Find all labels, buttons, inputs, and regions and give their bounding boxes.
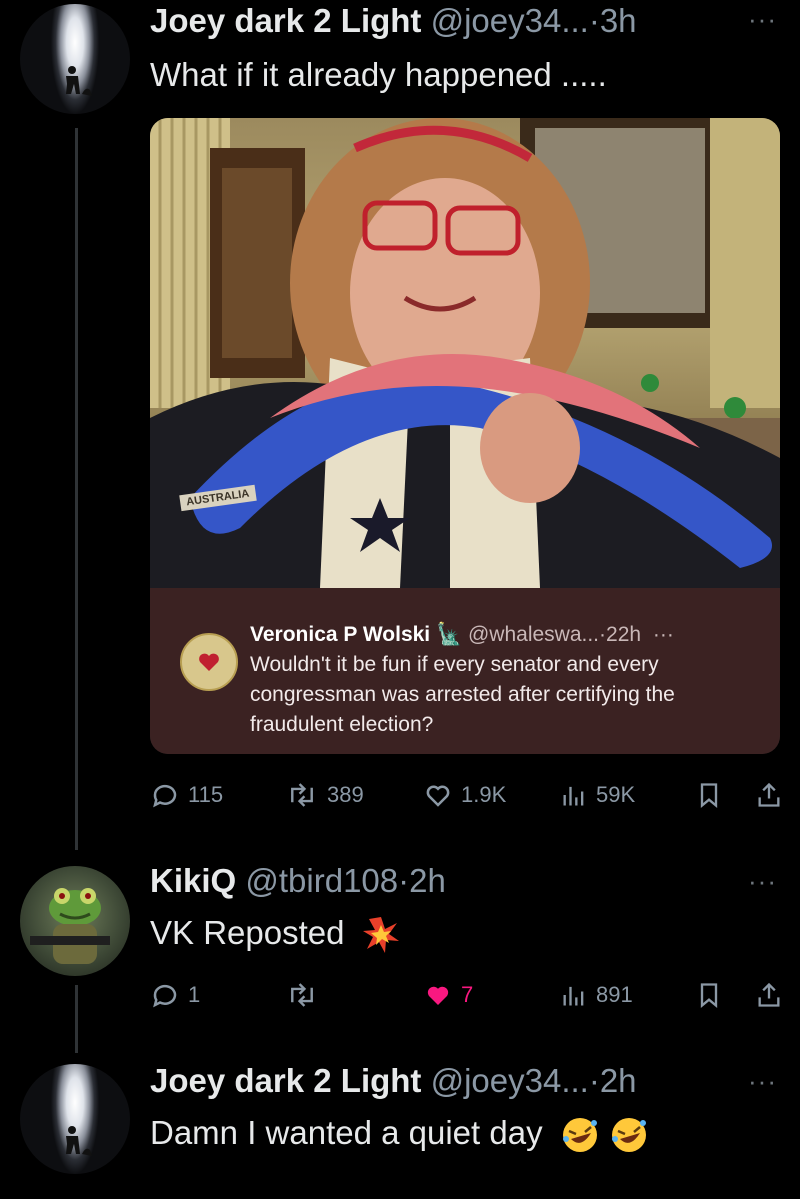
quote-text: Wouldn't it be fun if every senator and … xyxy=(250,653,675,736)
avatar[interactable] xyxy=(20,4,130,114)
views-icon xyxy=(563,986,584,1006)
more-icon[interactable]: ··· xyxy=(748,866,777,897)
quoted-media-card[interactable]: AUSTRALIA Veronica P Wolski 🗽 @whaleswa.… xyxy=(150,118,780,754)
handle[interactable]: @joey34... xyxy=(431,2,589,39)
avatar[interactable] xyxy=(20,866,130,976)
views-count: 891 xyxy=(596,982,633,1007)
tweet-text-content: VK Reposted xyxy=(150,914,345,951)
tweet-header: KikiQ @tbird108·2h xyxy=(150,862,446,900)
quoted-tweet[interactable]: Veronica P Wolski 🗽 @whaleswa...·22h ···… xyxy=(150,588,780,754)
heart-icon xyxy=(427,986,449,1005)
walking-man-icon xyxy=(66,66,92,96)
timestamp[interactable]: ·2h xyxy=(589,1062,637,1099)
more-icon[interactable]: ··· xyxy=(748,4,777,35)
rofl-emoji-icon xyxy=(562,1118,597,1153)
reply-button[interactable]: 115 xyxy=(150,780,223,810)
avatar[interactable] xyxy=(20,1064,130,1174)
more-icon[interactable]: ··· xyxy=(748,1066,777,1097)
frog-icon xyxy=(30,888,110,964)
tweet-text: What if it already happened ..... xyxy=(150,56,607,93)
repost-count: 389 xyxy=(327,782,364,807)
reply-icon xyxy=(153,784,177,808)
like-count: 7 xyxy=(461,982,474,1007)
like-button[interactable]: 7 xyxy=(423,980,473,1010)
bookmark-icon xyxy=(700,983,718,1008)
tweet-text: VK Reposted xyxy=(150,913,402,955)
tweet-text: Damn I wanted a quiet day xyxy=(150,1113,649,1155)
repost-icon xyxy=(291,983,313,1007)
photo-illustration xyxy=(150,118,780,588)
share-button[interactable] xyxy=(755,780,783,810)
bookmark-button[interactable] xyxy=(695,980,723,1010)
walking-man-icon xyxy=(66,1126,92,1156)
quote-avatar[interactable] xyxy=(180,633,238,691)
heart-icon xyxy=(426,785,450,807)
quote-timestamp[interactable]: ·22h xyxy=(599,623,641,646)
views-icon xyxy=(563,786,584,806)
liberty-icon: 🗽 xyxy=(435,623,463,646)
tweet-text-content: Damn I wanted a quiet day xyxy=(150,1114,543,1151)
like-count: 1.9K xyxy=(461,782,507,807)
repost-button[interactable]: 389 xyxy=(285,780,364,810)
handle[interactable]: @tbird108 xyxy=(245,862,398,899)
views-button[interactable]: 891 xyxy=(560,980,633,1010)
reply-count: 115 xyxy=(188,782,224,807)
reply-count: 1 xyxy=(188,982,201,1007)
share-icon xyxy=(758,982,780,1007)
rofl-emoji-icon xyxy=(611,1118,646,1153)
quote-handle[interactable]: @whaleswa... xyxy=(468,623,599,646)
heart-icon xyxy=(199,653,219,671)
more-icon[interactable]: ··· xyxy=(653,623,674,646)
timestamp[interactable]: ·3h xyxy=(589,2,637,39)
collision-icon xyxy=(362,917,399,954)
display-name[interactable]: Joey dark 2 Light xyxy=(150,1062,421,1099)
display-name[interactable]: KikiQ xyxy=(150,862,236,899)
tweet-photo[interactable]: AUSTRALIA xyxy=(150,118,780,588)
thread-line-1 xyxy=(75,128,78,850)
repost-icon xyxy=(291,783,313,807)
reply-icon xyxy=(153,984,177,1008)
thread-line-2 xyxy=(75,985,78,1053)
handle[interactable]: @joey34... xyxy=(431,1062,589,1099)
views-button[interactable]: 59K xyxy=(560,780,635,810)
tweet-header: Joey dark 2 Light @joey34...·2h xyxy=(150,1062,637,1100)
bookmark-icon xyxy=(700,783,718,808)
quote-display-name[interactable]: Veronica P Wolski xyxy=(250,623,430,646)
share-button[interactable] xyxy=(755,980,783,1010)
share-icon xyxy=(758,782,780,807)
like-button[interactable]: 1.9K xyxy=(423,780,506,810)
repost-button[interactable] xyxy=(285,980,327,1010)
tweet-header: Joey dark 2 Light @joey34...·3h xyxy=(150,2,637,40)
timestamp[interactable]: ·2h xyxy=(398,862,446,899)
views-count: 59K xyxy=(596,782,636,807)
reply-button[interactable]: 1 xyxy=(150,980,200,1010)
bookmark-button[interactable] xyxy=(695,780,723,810)
quote-header: Veronica P Wolski 🗽 @whaleswa...·22h ··· xyxy=(250,623,674,647)
display-name[interactable]: Joey dark 2 Light xyxy=(150,2,421,39)
